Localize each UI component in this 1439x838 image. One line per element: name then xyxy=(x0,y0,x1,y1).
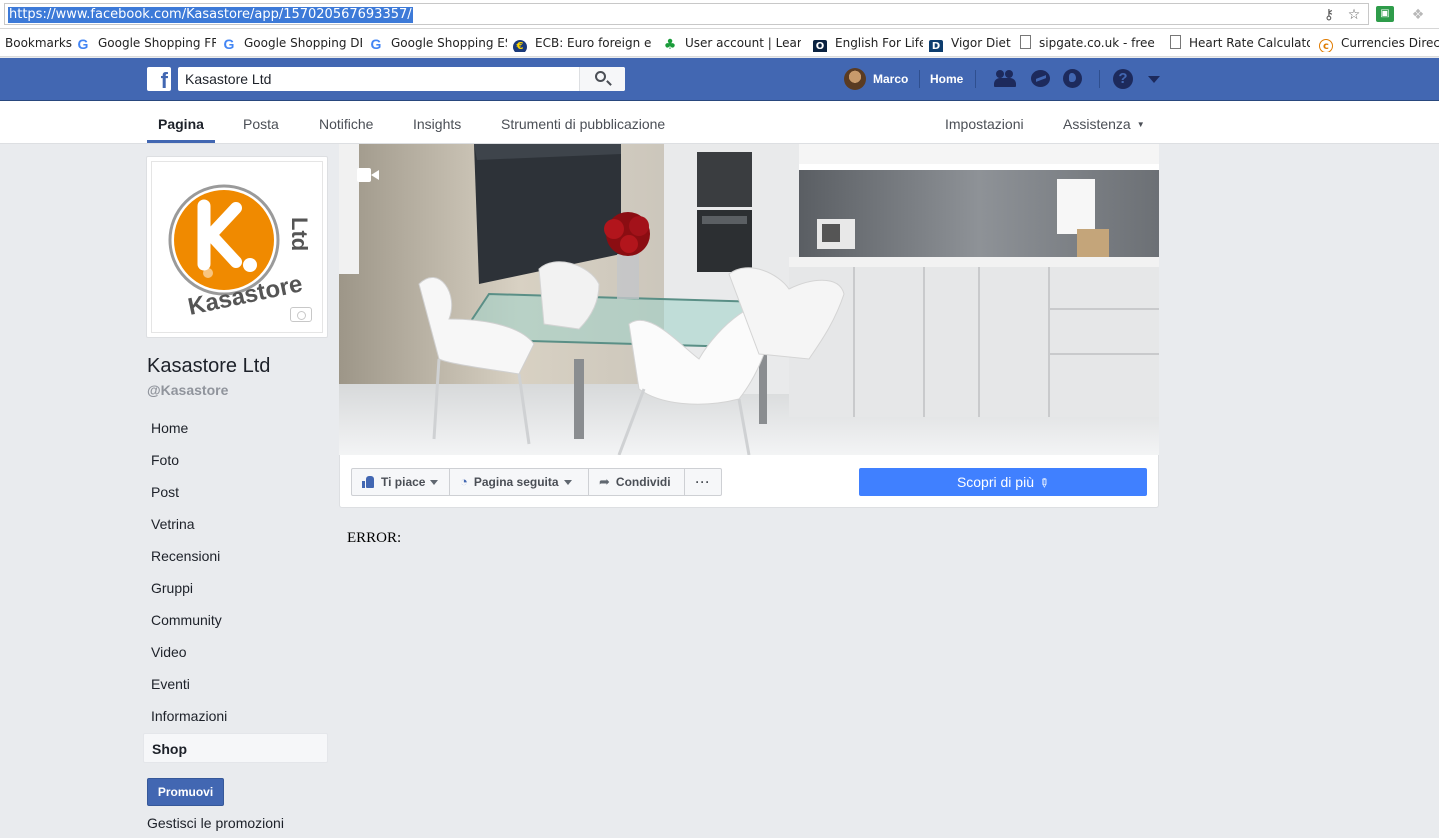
tab-insights[interactable]: Insights xyxy=(413,116,461,132)
sidebar-item-gruppi[interactable]: Gruppi xyxy=(151,580,193,596)
bookmark-heart-rate-calculator[interactable]: Heart Rate Calculator xyxy=(1170,34,1310,52)
page-name[interactable]: Kasastore Ltd xyxy=(147,355,270,378)
google-icon: G xyxy=(370,36,382,52)
sidebar-item-informazioni[interactable]: Informazioni xyxy=(151,708,227,724)
tab-notifiche[interactable]: Notifiche xyxy=(319,116,373,132)
cover-kitchen-image xyxy=(339,144,1159,455)
profile-link[interactable]: Marco xyxy=(873,72,908,86)
url-field[interactable]: https://www.facebook.com/Kasastore/app/1… xyxy=(4,3,1369,25)
extension-icon[interactable]: ▣ xyxy=(1376,6,1394,22)
assistenza-label: Assistenza xyxy=(1063,116,1131,132)
star-icon[interactable]: ☆ xyxy=(1345,5,1363,23)
page-username[interactable]: @Kasastore xyxy=(147,382,228,398)
chevron-down-icon: ▼ xyxy=(1136,120,1145,129)
tab-impostazioni[interactable]: Impostazioni xyxy=(945,116,1024,132)
page-admin-nav: Pagina Posta Notifiche Insights Strument… xyxy=(0,101,1439,144)
bookmarks-label[interactable]: Bookmarks xyxy=(5,34,72,52)
key-icon[interactable]: ⚷ xyxy=(1320,5,1338,23)
chevron-down-icon xyxy=(563,479,572,485)
search-button[interactable] xyxy=(579,67,625,91)
sidebar-item-vetrina[interactable]: Vetrina xyxy=(151,516,195,532)
more-options-button[interactable]: ··· xyxy=(684,468,722,496)
share-button[interactable]: ➦ Condividi xyxy=(588,468,685,496)
header-divider xyxy=(919,70,920,88)
tab-posta[interactable]: Posta xyxy=(243,116,279,132)
bookmark-google-shopping-fr[interactable]: G Google Shopping FR xyxy=(76,34,216,52)
bookmark-google-shopping-es[interactable]: G Google Shopping ES xyxy=(369,34,507,52)
bookmark-ecb[interactable]: €ECB: Euro foreign exc xyxy=(513,34,651,52)
dropbox-icon[interactable]: ❖ xyxy=(1409,5,1427,23)
help-icon[interactable]: ? xyxy=(1113,69,1133,89)
header-divider xyxy=(1099,70,1100,88)
sidebar-item-community[interactable]: Community xyxy=(151,612,222,628)
chevron-down-icon xyxy=(430,479,439,485)
tab-pagina[interactable]: Pagina xyxy=(158,116,204,132)
bookmark-google-shopping-de[interactable]: G Google Shopping DE xyxy=(222,34,362,52)
bookmarks-bar: Bookmarks G Google Shopping FR G Google Sh… xyxy=(0,29,1439,57)
bookmark-user-account[interactable]: ♣User account | LearnE xyxy=(663,34,801,52)
page-actions-group: Ti piace ◔ Pagina seguita ➦ Condividi ··… xyxy=(351,468,722,496)
tab-assistenza[interactable]: Assistenza ▼ xyxy=(1063,116,1145,132)
facebook-header: f Kasastore Ltd Marco Home ? xyxy=(0,58,1439,101)
sidebar-item-foto[interactable]: Foto xyxy=(151,452,179,468)
update-photo-camera-icon[interactable] xyxy=(290,307,312,322)
sidebar-item-home[interactable]: Home xyxy=(151,420,188,436)
o-icon: O xyxy=(813,40,827,52)
sidebar-item-eventi[interactable]: Eventi xyxy=(151,676,190,692)
account-menu-caret-icon[interactable] xyxy=(1148,76,1160,83)
cover-photo[interactable] xyxy=(339,144,1159,455)
search-icon xyxy=(595,71,606,82)
ecb-icon: € xyxy=(513,40,527,52)
learn-more-label: Scopri di più xyxy=(956,474,1034,490)
rss-feed-icon: ◔ xyxy=(460,474,468,489)
bookmark-english-for-life[interactable]: O English For Life xyxy=(813,34,923,52)
currency-icon: c xyxy=(1319,39,1333,52)
learn-more-button[interactable]: Scopri di più ✎ xyxy=(859,468,1147,496)
sidebar-item-video[interactable]: Video xyxy=(151,644,187,660)
sidebar-item-recensioni[interactable]: Recensioni xyxy=(151,548,220,564)
notifications-globe-icon[interactable] xyxy=(1062,69,1084,89)
thumbs-up-icon xyxy=(362,476,375,488)
tab-strumenti-di-pubblicazione[interactable]: Strumenti di pubblicazione xyxy=(501,116,665,132)
like-button[interactable]: Ti piace xyxy=(351,468,450,496)
friend-requests-icon[interactable] xyxy=(994,69,1016,89)
promote-button[interactable]: Promuovi xyxy=(147,778,224,806)
messenger-icon[interactable] xyxy=(1030,69,1052,89)
avatar[interactable] xyxy=(844,68,866,90)
google-icon: G xyxy=(223,36,235,52)
app-error-message: ERROR: xyxy=(347,530,402,546)
search-input-value: Kasastore Ltd xyxy=(185,71,272,87)
manage-promotions-link[interactable]: Gestisci le promozioni xyxy=(147,815,284,831)
more-options-icon: ··· xyxy=(695,475,711,489)
facebook-logo-icon[interactable]: f xyxy=(147,67,171,91)
follow-button[interactable]: ◔ Pagina seguita xyxy=(449,468,589,496)
d-icon: D xyxy=(929,40,943,52)
profile-logo: Kasastore Ltd xyxy=(151,161,323,333)
sidebar-item-post[interactable]: Post xyxy=(151,484,179,500)
header-divider xyxy=(975,70,976,88)
logo-wordmark-ltd: Ltd xyxy=(287,217,312,251)
sidebar-item-shop-label: Shop xyxy=(152,741,187,757)
browser-address-bar: https://www.facebook.com/Kasastore/app/1… xyxy=(0,0,1439,29)
active-tab-indicator xyxy=(147,140,215,143)
profile-picture[interactable]: Kasastore Ltd xyxy=(146,156,328,338)
page-icon xyxy=(1170,35,1181,49)
like-button-label: Ti piace xyxy=(381,475,426,489)
home-link[interactable]: Home xyxy=(930,72,963,86)
page-icon xyxy=(1020,35,1031,49)
bookmark-currencies-direct[interactable]: cCurrencies Direct C xyxy=(1319,34,1439,52)
clover-icon: ♣ xyxy=(663,37,677,52)
video-camera-icon[interactable] xyxy=(357,168,379,182)
bookmark-vigor-diet[interactable]: D Vigor Diet xyxy=(929,34,1013,52)
follow-button-label: Pagina seguita xyxy=(473,475,559,489)
url-text: https://www.facebook.com/Kasastore/app/1… xyxy=(8,7,413,23)
share-arrow-icon: ➦ xyxy=(599,474,610,489)
pencil-icon[interactable]: ✎ xyxy=(1031,470,1057,496)
search-input[interactable]: Kasastore Ltd xyxy=(178,67,625,91)
share-button-label: Condividi xyxy=(615,475,671,489)
google-icon: G xyxy=(77,36,89,52)
bookmark-sipgate[interactable]: sipgate.co.uk - free p xyxy=(1020,34,1158,52)
